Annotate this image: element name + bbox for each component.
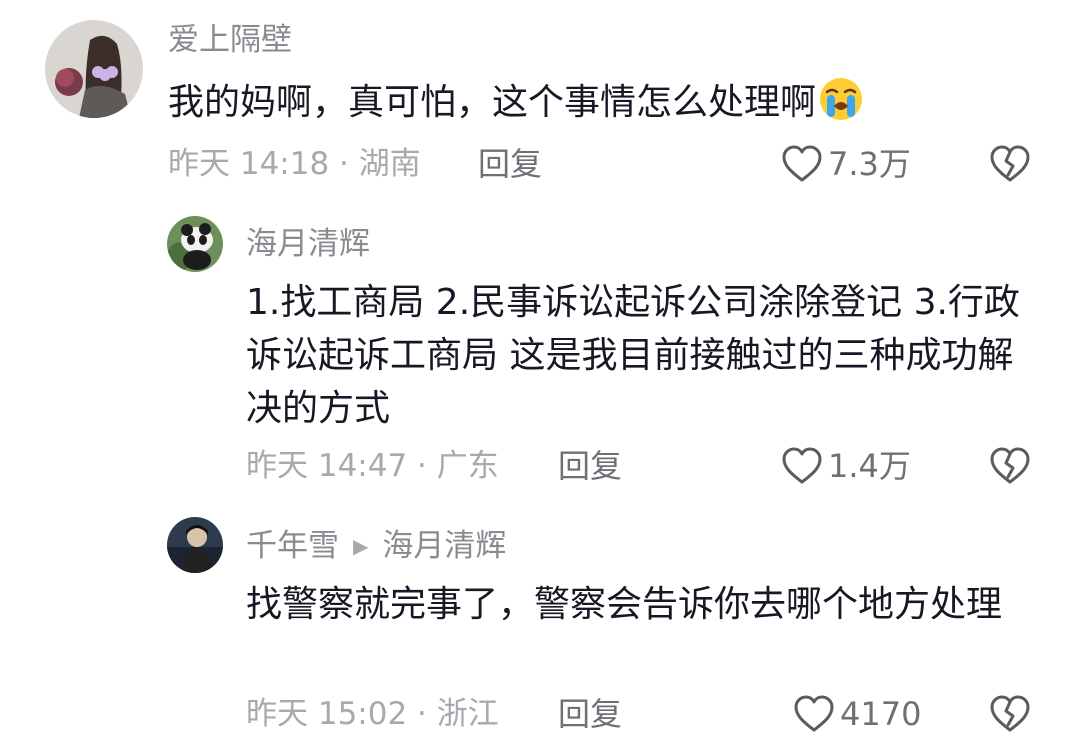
heart-icon bbox=[782, 145, 822, 182]
heart-icon bbox=[782, 447, 822, 484]
comment-timestamp-location: 昨天 14:18 · 湖南 bbox=[168, 146, 421, 182]
comment-text: 找警察就完事了，警察会告诉你去哪个地方处理 bbox=[246, 584, 1003, 625]
comment-username[interactable]: 海月清辉 bbox=[246, 224, 370, 264]
like-count: 7.3万 bbox=[828, 145, 911, 183]
dislike-button[interactable] bbox=[988, 446, 1032, 486]
avatar[interactable] bbox=[45, 20, 143, 118]
comment-text: 1.找工商局 2.民事诉讼起诉公司涂除登记 3.行政诉讼起诉工商局 这是我目前接… bbox=[246, 282, 1020, 429]
reply-button[interactable]: 回复 bbox=[558, 446, 622, 486]
broken-heart-icon bbox=[990, 695, 1030, 732]
comment-timestamp-location: 昨天 14:47 · 广东 bbox=[246, 448, 499, 484]
like-count: 4170 bbox=[840, 695, 922, 733]
comment-username[interactable]: 千年雪 bbox=[246, 528, 339, 564]
comment-text: 我的妈啊，真可怕，这个事情怎么处理啊 bbox=[168, 76, 1028, 129]
broken-heart-icon bbox=[990, 447, 1030, 484]
comment-username[interactable]: 爱上隔壁 bbox=[168, 20, 292, 60]
avatar-image bbox=[167, 517, 223, 573]
avatar[interactable] bbox=[167, 517, 223, 573]
avatar-image bbox=[167, 216, 223, 272]
like-count: 1.4万 bbox=[828, 447, 911, 485]
heart-icon bbox=[794, 695, 834, 732]
like-button[interactable]: 7.3万 bbox=[780, 144, 911, 184]
comment-username-line: 千年雪 ▶ 海月清辉 bbox=[246, 526, 506, 566]
comment-timestamp-location: 昨天 15:02 · 浙江 bbox=[246, 696, 499, 732]
broken-heart-icon bbox=[990, 145, 1030, 182]
avatar[interactable] bbox=[167, 216, 223, 272]
avatar-image bbox=[45, 20, 143, 118]
comment-text-content: 我的妈啊，真可怕，这个事情怎么处理啊 bbox=[168, 82, 817, 123]
like-button[interactable]: 1.4万 bbox=[780, 446, 911, 486]
reply-to-username[interactable]: 海月清辉 bbox=[382, 528, 506, 564]
reply-to-arrow-icon: ▶ bbox=[353, 534, 369, 558]
reply-button[interactable]: 回复 bbox=[478, 144, 542, 184]
reply-button[interactable]: 回复 bbox=[558, 694, 622, 734]
loudly-crying-face-icon bbox=[818, 76, 864, 122]
like-button[interactable]: 4170 bbox=[792, 694, 921, 734]
dislike-button[interactable] bbox=[988, 694, 1032, 734]
dislike-button[interactable] bbox=[988, 144, 1032, 184]
